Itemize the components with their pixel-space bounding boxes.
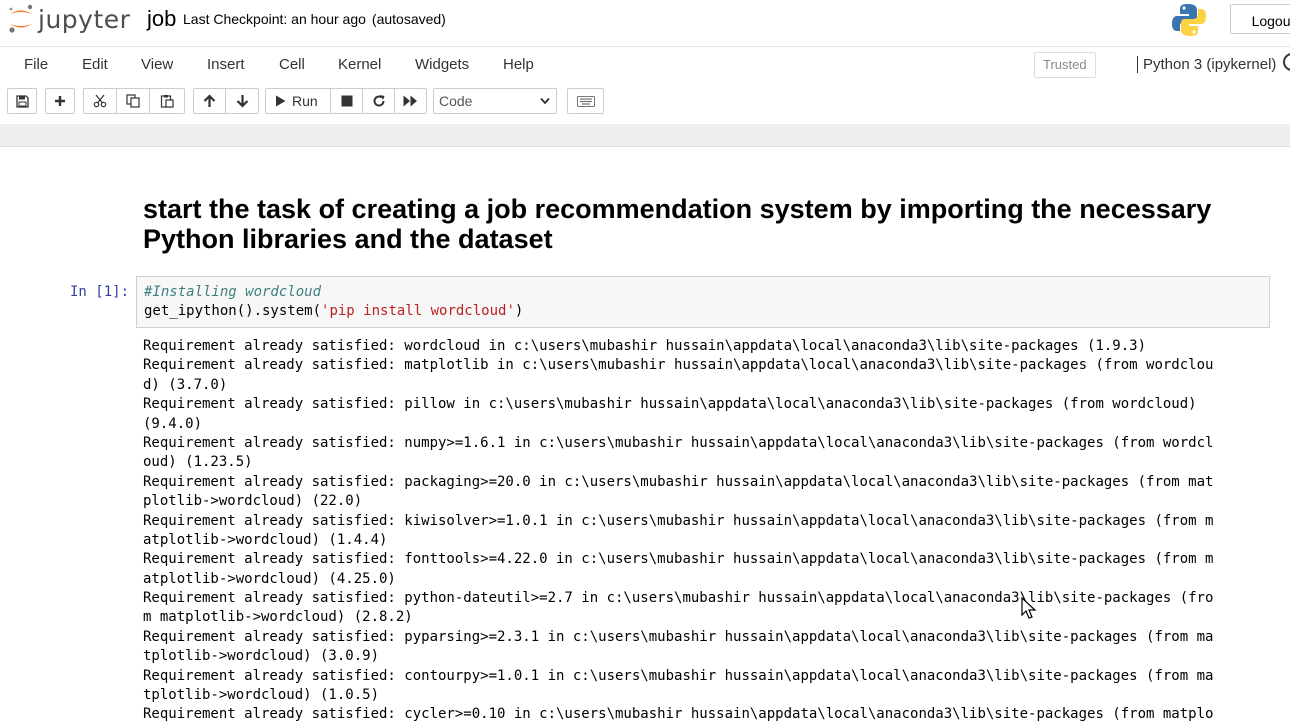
move-down-button[interactable] [225,88,259,114]
restart-kernel-button[interactable] [362,88,395,114]
code-prefix: get_ipython().system( [144,303,322,319]
interrupt-kernel-button[interactable] [330,88,363,114]
output-line: Requirement already satisfied: numpy>=1.… [143,434,1214,451]
output-line: Requirement already satisfied: fonttools… [143,551,1214,568]
copy-icon [126,94,140,108]
copy-button[interactable] [116,88,150,114]
kernel-status-icon [1283,53,1290,71]
move-up-button[interactable] [193,88,226,114]
menu-view[interactable]: View [141,56,173,73]
output-line: (9.4.0) [143,415,203,432]
cell-type-value: Code [439,93,473,109]
notebook-name[interactable]: job [147,6,176,32]
kernel-name[interactable]: Python 3 (ipykernel) [1137,56,1276,73]
code-string: 'pip install wordcloud' [321,303,515,319]
output-line: Requirement already satisfied: packaging… [143,473,1214,490]
menu-help[interactable]: Help [503,56,534,73]
scissors-icon [93,94,107,108]
output-line: Requirement already satisfied: matplotli… [143,357,1214,374]
cut-button[interactable] [83,88,117,114]
trusted-indicator[interactable]: Trusted [1034,52,1096,78]
play-icon [276,95,286,107]
input-prompt: In [1]: [70,284,130,300]
restart-icon [373,95,385,107]
python-logo-icon [1172,4,1206,36]
code-line: get_ipython().system('pip install wordcl… [144,302,523,321]
menu-insert[interactable]: Insert [207,56,245,73]
output-line: m matplotlib->wordcloud) (2.8.2) [143,609,413,626]
save-button[interactable] [7,88,37,114]
fast-forward-icon [403,95,417,107]
header: jupyter job Last Checkpoint: an hour ago… [0,0,1290,42]
output-line: tplotlib->wordcloud) (3.0.9) [143,648,380,665]
run-label: Run [292,93,318,109]
save-icon [15,94,29,108]
mouse-cursor-icon [1021,597,1037,619]
checkpoint-status: Last Checkpoint: an hour ago (autosaved) [183,11,446,27]
menubar: File Edit View Insert Cell Kernel Widget… [0,46,1290,85]
code-comment: #Installing wordcloud [144,284,322,300]
jupyter-logo-icon [9,4,33,33]
arrow-up-icon [203,94,216,107]
menu-edit[interactable]: Edit [82,56,108,73]
output-line: Requirement already satisfied: python-da… [143,590,1214,607]
checkpoint-text: Last Checkpoint: an hour ago [183,11,366,27]
command-palette-button[interactable] [567,88,604,114]
output-line: tplotlib->wordcloud) (1.0.5) [143,687,380,704]
markdown-cell-heading[interactable]: start the task of creating a job recomme… [143,194,1223,254]
arrow-down-icon [236,95,248,108]
cell-type-select[interactable]: Code [433,88,557,114]
stop-icon [341,95,352,107]
menu-kernel[interactable]: Kernel [338,56,381,73]
menu-file[interactable]: File [24,56,48,73]
logout-button[interactable]: Logout [1230,4,1290,34]
code-cell-input[interactable]: #Installing wordcloud get_ipython().syst… [136,276,1270,328]
output-line: atplotlib->wordcloud) (4.25.0) [143,570,396,587]
chevron-down-icon [540,97,550,105]
app-name: jupyter [38,4,131,34]
autosave-status: (autosaved) [371,11,446,27]
output-line: Requirement already satisfied: cycler>=0… [143,706,1214,723]
output-line: oud) (1.23.5) [143,454,253,471]
toolbar: Run Code [0,84,1290,124]
menu-cell[interactable]: Cell [279,56,305,73]
output-line: Requirement already satisfied: wordcloud… [143,338,1147,354]
output-line: atplotlib->wordcloud) (1.4.4) [143,531,388,548]
jupyter-logo[interactable]: jupyter [8,3,130,35]
paste-button[interactable] [149,88,185,114]
output-line: Requirement already satisfied: pyparsing… [143,628,1214,645]
restart-run-all-button[interactable] [394,88,427,114]
output-line: plotlib->wordcloud) (22.0) [143,493,363,510]
code-suffix: ) [514,303,524,319]
output-line: Requirement already satisfied: kiwisolve… [143,512,1214,529]
cell-output: Requirement already satisfied: wordcloud… [143,337,1263,725]
run-button[interactable]: Run [265,88,331,114]
keyboard-icon [576,95,595,107]
output-line: d) (3.7.0) [143,376,228,393]
paste-icon [160,95,174,108]
plus-icon [55,96,65,106]
notebook-container: start the task of creating a job recomme… [0,147,1290,722]
menu-widgets[interactable]: Widgets [415,56,469,73]
notebook-header-shadow [0,124,1290,147]
output-line: Requirement already satisfied: pillow in… [143,396,1197,413]
insert-cell-button[interactable] [45,88,75,114]
output-line: Requirement already satisfied: contourpy… [143,667,1214,684]
